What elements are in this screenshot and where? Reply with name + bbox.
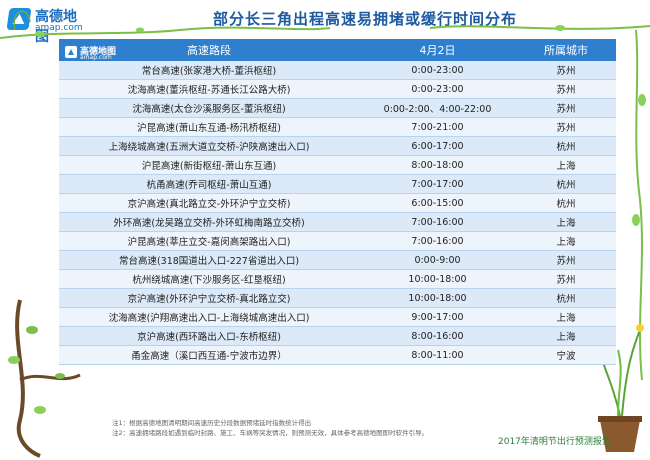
table-row: 沈海高速(沪翔高速出入口-上海绕城高速出入口) 9:00-17:00 上海 [59, 308, 616, 327]
header-date: 4月2日 [419, 44, 456, 57]
time-cell: 0:00-23:00 [411, 64, 464, 76]
time-cell: 6:00-15:00 [411, 197, 464, 209]
road-cell: 沈海高速(董浜枢纽-苏通长江公路大桥) [127, 85, 291, 96]
table-body: 常台高速(张家港大桥-董浜枢纽) 0:00-23:00 苏州 沈海高速(董浜枢纽-苏通… [59, 61, 616, 365]
time-cell: 10:00-18:00 [408, 273, 467, 285]
city-cell: 杭州 [556, 142, 576, 153]
road-cell: 常台高速(318国道出入口-227省道出入口) [118, 256, 300, 267]
road-cell: 外环高速(龙吴路立交桥-外环虹梅南路立交桥) [113, 218, 305, 229]
congestion-table: 高德地图 amap.com 高速路段 4月2日 所属城市 常台高速(张家港大桥-… [59, 39, 616, 365]
time-cell: 0:00-2:00、4:00-22:00 [383, 104, 492, 115]
header-road: 高速路段 [187, 44, 231, 57]
table-row: 京沪高速(真北路立交-外环沪宁立交桥) 6:00-15:00 杭州 [59, 194, 616, 213]
table-row: 沪昆高速(萧山东互通-杨汛桥枢纽) 7:00-21:00 苏州 [59, 118, 616, 137]
road-cell: 沪昆高速(萧山东互通-杨汛桥枢纽) [137, 123, 281, 134]
report-title: 2017年清明节出行预测报告 [498, 437, 611, 447]
city-cell: 宁波 [556, 351, 576, 362]
city-cell: 杭州 [556, 294, 576, 305]
table-header: 高德地图 amap.com 高速路段 4月2日 所属城市 [59, 39, 616, 61]
city-cell: 上海 [556, 237, 576, 248]
road-cell: 杭甬高速(乔司枢纽-萧山互通) [146, 180, 272, 191]
city-cell: 苏州 [556, 85, 576, 96]
time-cell: 8:00-16:00 [411, 330, 464, 342]
city-cell: 苏州 [556, 123, 576, 134]
time-cell: 8:00-11:00 [411, 349, 464, 361]
table-row: 沈海高速(太仓沙溪服务区-董浜枢纽) 0:00-2:00、4:00-22:00 苏州 [59, 99, 616, 118]
city-cell: 苏州 [556, 104, 576, 115]
city-cell: 苏州 [556, 256, 576, 267]
table-row: 京沪高速(外环沪宁立交桥-真北路立交) 10:00-18:00 杭州 [59, 289, 616, 308]
header-road-cell: 高德地图 amap.com 高速路段 [59, 42, 359, 61]
city-cell: 苏州 [556, 275, 576, 286]
city-cell: 上海 [556, 218, 576, 229]
time-cell: 7:00-17:00 [411, 178, 464, 190]
time-cell: 9:00-17:00 [411, 311, 464, 323]
road-cell: 京沪高速(真北路立交-外环沪宁立交桥) [127, 199, 291, 210]
footnotes: 注1：根据高德地图清明期间高速历史分段数据预堵延时指数统计得出 注2：高速拥堵路… [112, 418, 428, 438]
header-city: 所属城市 [544, 44, 588, 57]
city-cell: 苏州 [556, 66, 576, 77]
road-cell: 杭州绕城高速(下沙服务区-红垦枢纽) [132, 275, 286, 286]
road-cell: 上海绕城高速(五洲大道立交桥-沪陕高速出入口) [108, 142, 310, 153]
city-cell: 杭州 [556, 180, 576, 191]
time-cell: 6:00-17:00 [411, 140, 464, 152]
table-row: 常台高速(318国道出入口-227省道出入口) 0:00-9:00 苏州 [59, 251, 616, 270]
road-cell: 常台高速(张家港大桥-董浜枢纽) [141, 66, 277, 77]
note-2: 注2：高速拥堵路段如遇到临时封路、施工、车祸等突发情况，则预测无效，具体参考高德… [112, 429, 429, 437]
road-cell: 沪昆高速(莘庄立交-嘉闵高架路出入口) [127, 237, 291, 248]
time-cell: 0:00-23:00 [411, 83, 464, 95]
road-cell: 京沪高速(外环沪宁立交桥-真北路立交) [127, 294, 291, 305]
road-cell: 沈海高速(沪翔高速出入口-上海绕城高速出入口) [108, 313, 310, 324]
table-row: 甬金高速（溪口西互通-宁波市边界） 8:00-11:00 宁波 [59, 346, 616, 365]
road-cell: 京沪高速(西环路出入口-东桥枢纽) [137, 332, 281, 343]
table-row: 上海绕城高速(五洲大道立交桥-沪陕高速出入口) 6:00-17:00 杭州 [59, 137, 616, 156]
city-cell: 上海 [556, 332, 576, 343]
road-cell: 甬金高速（溪口西互通-宁波市边界） [131, 351, 287, 362]
table-row: 杭甬高速(乔司枢纽-萧山互通) 7:00-17:00 杭州 [59, 175, 616, 194]
table-row: 外环高速(龙吴路立交桥-外环虹梅南路立交桥) 7:00-16:00 上海 [59, 213, 616, 232]
time-cell: 7:00-21:00 [411, 121, 464, 133]
table-row: 杭州绕城高速(下沙服务区-红垦枢纽) 10:00-18:00 苏州 [59, 270, 616, 289]
city-cell: 上海 [556, 161, 576, 172]
table-row: 常台高速(张家港大桥-董浜枢纽) 0:00-23:00 苏州 [59, 61, 616, 80]
header-logo: 高德地图 amap.com [65, 45, 139, 61]
time-cell: 10:00-18:00 [408, 292, 467, 304]
table-row: 沈海高速(董浜枢纽-苏通长江公路大桥) 0:00-23:00 苏州 [59, 80, 616, 99]
table-row: 京沪高速(西环路出入口-东桥枢纽) 8:00-16:00 上海 [59, 327, 616, 346]
road-cell: 沪昆高速(新街枢纽-萧山东互通) [141, 161, 277, 172]
table-row: 沪昆高速(莘庄立交-嘉闵高架路出入口) 7:00-16:00 上海 [59, 232, 616, 251]
time-cell: 0:00-9:00 [414, 254, 461, 266]
city-cell: 杭州 [556, 199, 576, 210]
time-cell: 7:00-16:00 [411, 235, 464, 247]
header-logo-url: amap.com [80, 54, 112, 61]
time-cell: 8:00-18:00 [411, 159, 464, 171]
road-cell: 沈海高速(太仓沙溪服务区-董浜枢纽) [132, 104, 286, 115]
city-cell: 上海 [556, 313, 576, 324]
table-row: 沪昆高速(新街枢纽-萧山东互通) 8:00-18:00 上海 [59, 156, 616, 175]
amap-small-logo-icon [65, 46, 77, 58]
time-cell: 7:00-16:00 [411, 216, 464, 228]
note-1: 注1：根据高德地图清明期间高速历史分段数据预堵延时指数统计得出 [112, 419, 312, 427]
